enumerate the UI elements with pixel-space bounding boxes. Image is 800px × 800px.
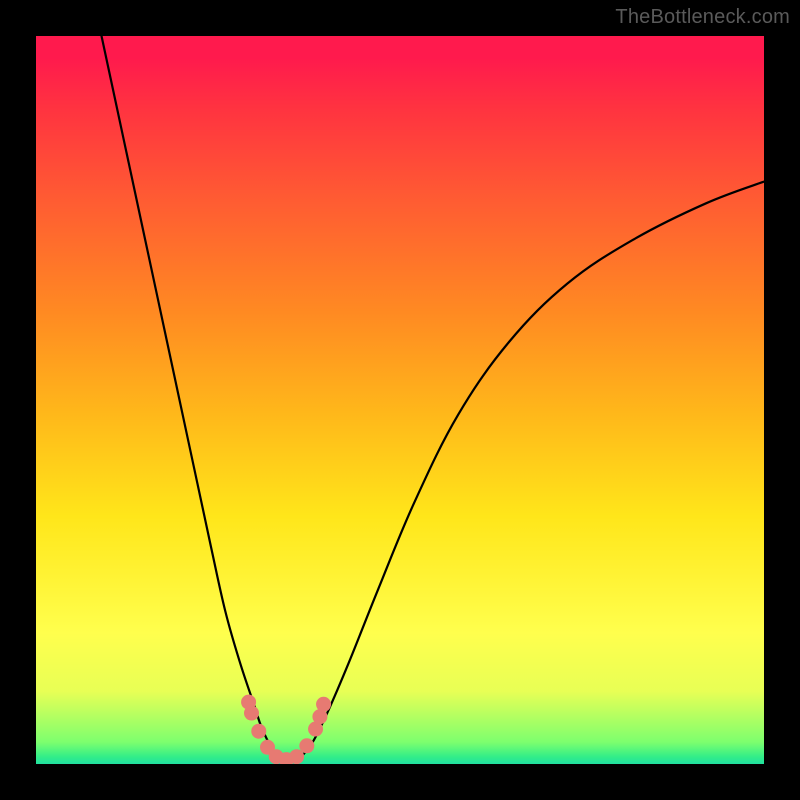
valley-marker [244,706,259,721]
curve-layer [36,36,764,764]
valley-marker [251,724,266,739]
chart-frame: TheBottleneck.com [0,0,800,800]
watermark-text: TheBottleneck.com [615,6,790,29]
curve-left-branch [102,36,284,760]
curve-right-branch [298,182,764,761]
valley-marker [289,749,304,764]
markers-group [241,695,331,764]
valley-marker [299,738,314,753]
curves-group [102,36,764,760]
plot-area [36,36,764,764]
valley-marker [316,697,331,712]
